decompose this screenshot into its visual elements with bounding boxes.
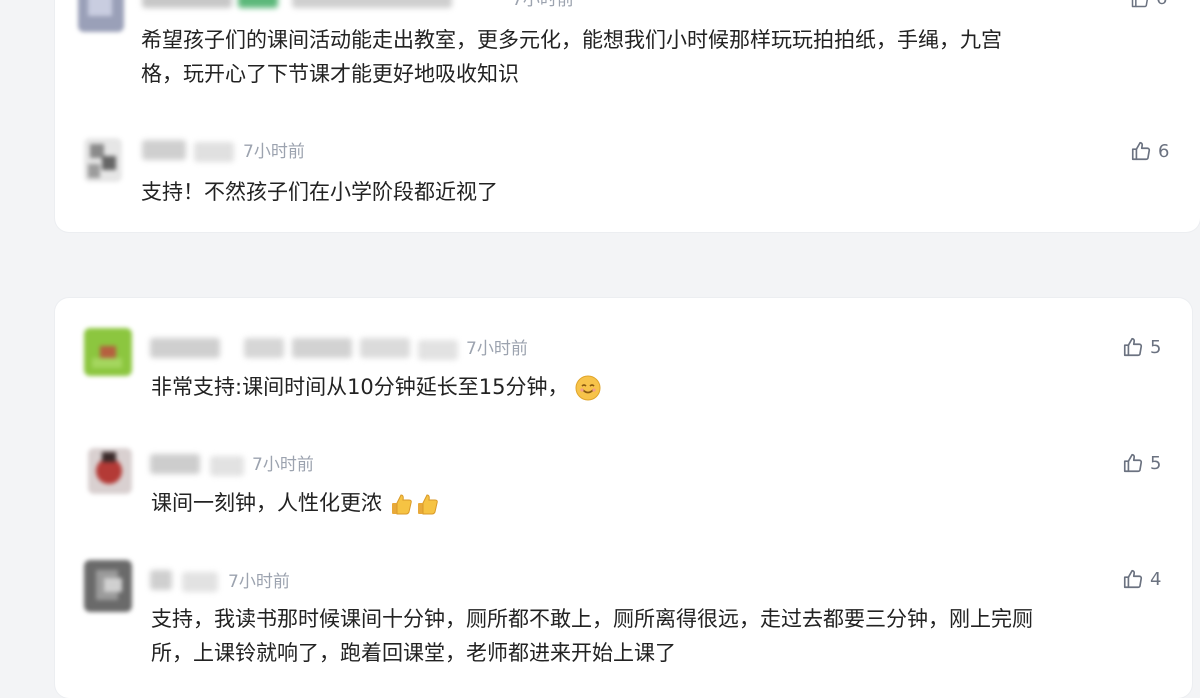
comment-text: 支持，我读书那时候课间十分钟，厕所都不敢上，厕所离得很远，走过去都要三分钟，刚上… [151,607,1033,631]
thumbs-up-outline-icon [1123,569,1143,589]
comment-text: 非常支持:课间时间从10分钟延长至15分钟， [151,370,601,404]
comment-time: 7小时前 [252,455,314,475]
username [292,338,352,358]
comment-time: 7小时前 [466,339,528,359]
username [182,572,218,592]
thumbs-up-emoji-icon [391,494,412,515]
username [210,456,244,476]
username[interactable] [150,570,172,590]
username [238,0,278,8]
like-button[interactable]: 5 [1122,452,1161,474]
comment-time: 7小时前 [512,0,574,10]
thumbs-up-outline-icon [1123,337,1143,357]
comment-text: 格，玩开心了下节课才能更好地吸收知识 [141,62,519,86]
username[interactable] [142,0,232,8]
username [244,338,284,358]
thumbs-up-outline-icon [1131,141,1151,161]
like-button[interactable]: 5 [1122,336,1161,358]
comment-time: 7小时前 [228,572,290,592]
thumbs-up-outline-icon [1131,0,1148,7]
username [418,340,458,360]
username[interactable] [150,454,200,474]
comment-text: 课间一刻钟，人性化更浓 [151,486,441,520]
comment-text-body: 课间一刻钟，人性化更浓 [151,491,382,515]
username [292,0,452,8]
like-button[interactable]: 4 [1122,568,1161,590]
username [360,338,410,358]
avatar[interactable] [78,0,124,32]
like-button[interactable]: 6 [1130,0,1167,9]
comment-text-body: 非常支持:课间时间从10分钟延长至15分钟， [151,375,569,399]
smile-emoji-icon [575,375,601,401]
like-button[interactable]: 6 [1130,140,1169,162]
comment-time: 7小时前 [243,142,305,162]
like-count: 6 [1158,140,1170,162]
thumbs-up-emoji-icon [417,494,438,515]
like-count: 6 [1156,0,1167,9]
avatar[interactable] [84,560,132,612]
comment-text: 所，上课铃就响了，跑着回课堂，老师都进来开始上课了 [151,641,676,665]
username [194,142,234,162]
like-count: 5 [1150,336,1162,358]
like-count: 5 [1150,452,1162,474]
thumbs-up-outline-icon [1123,453,1143,473]
avatar[interactable] [84,328,132,376]
avatar[interactable] [88,448,132,494]
like-count: 4 [1150,568,1162,590]
avatar[interactable] [84,138,122,182]
comment-text: 支持！不然孩子们在小学阶段都近视了 [141,180,498,204]
username[interactable] [142,140,186,160]
username[interactable] [150,338,220,358]
comment-text: 希望孩子们的课间活动能走出教室，更多元化，能想我们小时候那样玩玩拍拍纸，手绳，九… [141,28,1002,52]
